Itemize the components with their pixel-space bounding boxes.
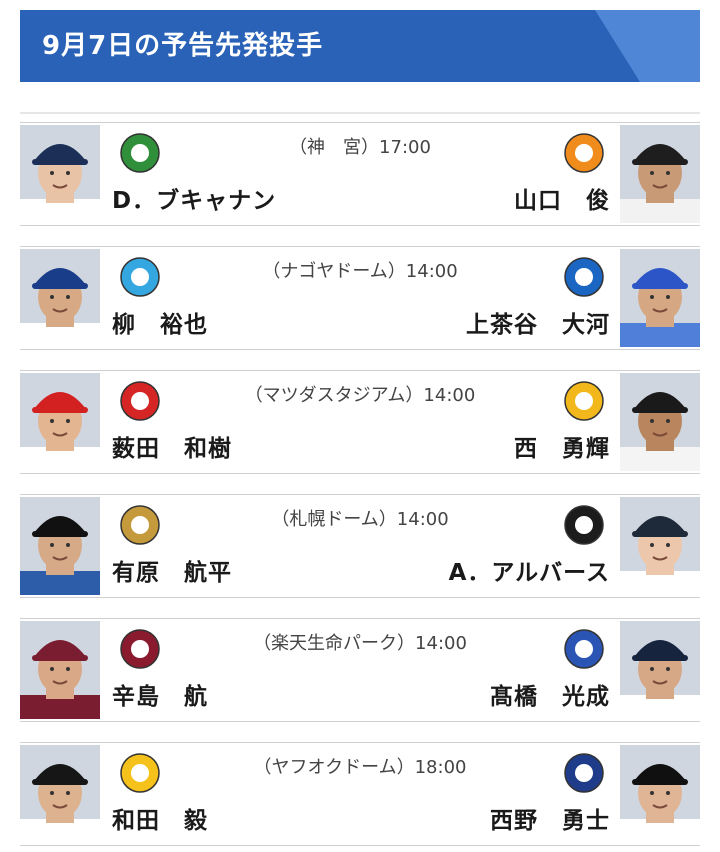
home-pitcher-name: 辛島 航 — [112, 684, 208, 710]
carp-logo-icon — [116, 377, 164, 425]
venue-time: （神 宮）17:00 — [289, 137, 431, 158]
away-pitcher-photo — [620, 621, 700, 719]
header-bar: 9月7日の予告先発投手 — [20, 10, 700, 82]
away-pitcher-photo — [620, 497, 700, 595]
game-row[interactable]: （ナゴヤドーム）14:00 柳 裕也 上茶谷 大河 — [20, 246, 700, 350]
page-title: 9月7日の予告先発投手 — [42, 31, 324, 61]
away-pitcher-name: 西野 勇士 — [490, 808, 610, 834]
venue-time: （ヤフオクドーム）18:00 — [253, 757, 467, 778]
home-pitcher-photo — [20, 125, 100, 223]
away-pitcher-photo — [620, 249, 700, 347]
venue-time: （楽天生命パーク）14:00 — [253, 633, 467, 654]
home-pitcher-photo — [20, 373, 100, 471]
eagles-logo-icon — [116, 625, 164, 673]
home-pitcher-name: D．ブキャナン — [112, 188, 277, 214]
fighters-logo-icon — [116, 501, 164, 549]
home-pitcher-name: 有原 航平 — [112, 560, 232, 586]
away-pitcher-name: 西 勇輝 — [514, 436, 610, 462]
home-pitcher-photo — [20, 249, 100, 347]
home-pitcher-name: 和田 毅 — [112, 808, 208, 834]
swallows-logo-icon — [116, 129, 164, 177]
away-pitcher-name: 山口 俊 — [514, 188, 610, 214]
giants-logo-icon — [560, 129, 608, 177]
venue-time: （ナゴヤドーム）14:00 — [262, 261, 458, 282]
away-pitcher-photo — [620, 745, 700, 843]
baystars-logo-icon — [560, 253, 608, 301]
buffaloes-logo-icon — [560, 501, 608, 549]
home-pitcher-name: 柳 裕也 — [112, 312, 208, 338]
venue-time: （マツダスタジアム）14:00 — [244, 385, 476, 406]
game-row[interactable]: （ヤフオクドーム）18:00 和田 毅 西野 勇士 — [20, 742, 700, 846]
lions-logo-icon — [560, 625, 608, 673]
tigers-logo-icon — [560, 377, 608, 425]
dragons-logo-icon — [116, 253, 164, 301]
home-pitcher-photo — [20, 745, 100, 843]
hawks-logo-icon — [116, 749, 164, 797]
game-row[interactable]: （マツダスタジアム）14:00 薮田 和樹 西 勇輝 — [20, 370, 700, 474]
marines-logo-icon — [560, 749, 608, 797]
game-row[interactable]: （神 宮）17:00 D．ブキャナン 山口 俊 — [20, 122, 700, 226]
divider — [20, 112, 700, 114]
away-pitcher-photo — [620, 373, 700, 471]
away-pitcher-name: 上茶谷 大河 — [466, 312, 610, 338]
away-pitcher-photo — [620, 125, 700, 223]
game-row[interactable]: （楽天生命パーク）14:00 辛島 航 髙橋 光成 — [20, 618, 700, 722]
header-accent — [595, 10, 700, 82]
venue-time: （札幌ドーム）14:00 — [271, 509, 449, 530]
home-pitcher-photo — [20, 497, 100, 595]
game-row[interactable]: （札幌ドーム）14:00 有原 航平 A．アルバース — [20, 494, 700, 598]
away-pitcher-name: A．アルバース — [448, 560, 610, 586]
home-pitcher-photo — [20, 621, 100, 719]
home-pitcher-name: 薮田 和樹 — [112, 436, 232, 462]
away-pitcher-name: 髙橋 光成 — [490, 684, 610, 710]
